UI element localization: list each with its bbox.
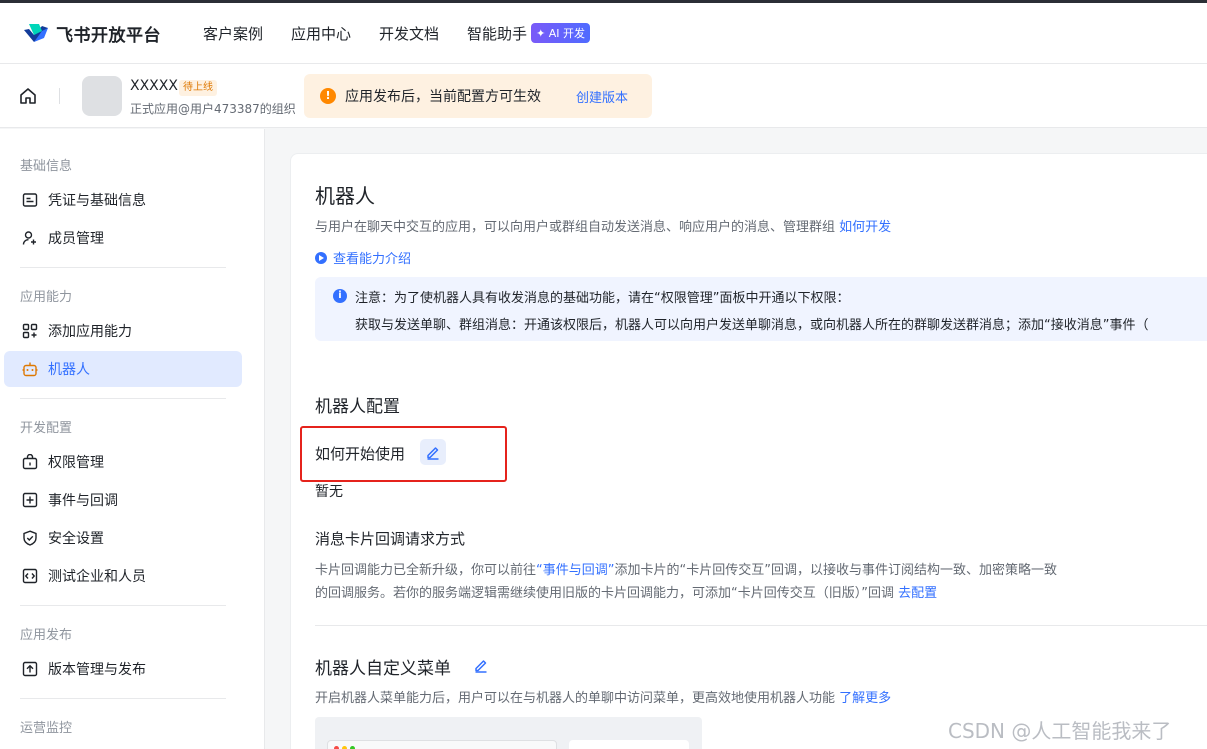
preview-panel	[569, 740, 689, 749]
how-to-start-label: 如何开始使用	[315, 445, 406, 463]
credential-icon	[21, 191, 39, 209]
page-title: 机器人	[315, 184, 375, 208]
sidebar-item-credentials[interactable]: 凭证与基础信息	[4, 182, 242, 218]
warning-icon: !	[320, 88, 336, 104]
custom-menu-title: 机器人自定义菜单	[315, 659, 451, 679]
sidebar-item-version-publish[interactable]: 版本管理与发布	[4, 651, 242, 687]
tip-line: 注意：为了使机器人具有收发消息的基础功能，请在“权限管理”面板中开通以下权限：	[355, 291, 850, 306]
publish-notice: ! 应用发布后，当前配置方可生效 创建版本	[304, 74, 652, 118]
shield-check-icon	[21, 529, 39, 547]
custom-menu-desc: 开启机器人菜单能力后，用户可以在与机器人的单聊中访问菜单，更高效地使用机器人功能…	[315, 687, 891, 706]
top-navbar: 飞书开放平台 客户案例 应用中心 开发文档 智能助手 ✦ AI 开发	[0, 0, 1207, 64]
top-nav-menu: 客户案例 应用中心 开发文档 智能助手 ✦ AI 开发	[203, 23, 591, 44]
lock-box-icon	[21, 453, 39, 471]
edit-pencil-icon	[427, 447, 439, 460]
sidebar-item-label: 权限管理	[48, 455, 104, 471]
edit-custom-menu-button[interactable]	[468, 652, 494, 678]
sidebar-item-label: 测试企业和人员	[48, 569, 146, 585]
home-icon[interactable]	[18, 86, 38, 106]
divider	[59, 88, 60, 104]
brand-logo[interactable]: 飞书开放平台	[22, 21, 161, 46]
sidebar-group-monitoring: 运营监控	[20, 721, 73, 736]
brand-name: 飞书开放平台	[56, 25, 161, 46]
card-callback-desc-line2: 的回调服务。若你的服务端逻辑需继续使用旧版的卡片回调能力，可添加“卡片回传交互（…	[315, 582, 937, 601]
sidebar-item-label: 版本管理与发布	[48, 662, 146, 678]
sidebar-item-label: 事件与回调	[48, 493, 118, 509]
sidebar-item-label: 成员管理	[48, 231, 104, 247]
app-avatar	[82, 76, 122, 116]
go-configure-link[interactable]: 去配置	[898, 586, 937, 601]
sidebar: 基础信息 凭证与基础信息 成员管理 应用能力 添加应用能力 机器人 开发配置 权…	[0, 129, 265, 749]
sidebar-divider	[20, 267, 226, 268]
create-version-link[interactable]: 创建版本	[576, 87, 628, 106]
description-text: 与用户在聊天中交互的应用，可以向用户或群组自动发送消息、响应用户的消息、管理群组	[315, 220, 836, 235]
grid-add-icon	[21, 322, 39, 340]
sidebar-group-dev-config: 开发配置	[20, 421, 73, 436]
event-add-icon	[21, 491, 39, 509]
paragraph-text: 的回调服务。若你的服务端逻辑需继续使用旧版的卡片回调能力，可添加“卡片回传交互（…	[315, 586, 894, 601]
menu-preview-image	[315, 717, 702, 749]
sidebar-item-label: 机器人	[48, 362, 90, 378]
section-title-config: 机器人配置	[315, 397, 400, 417]
sidebar-item-permissions[interactable]: 权限管理	[4, 444, 242, 480]
sidebar-item-label: 凭证与基础信息	[48, 193, 146, 209]
app-org-subtitle: 正式应用@用户473387的组织	[130, 102, 296, 116]
paragraph-text: 开启机器人菜单能力后，用户可以在与机器人的单聊中访问菜单，更高效地使用机器人功能	[315, 691, 836, 706]
sidebar-item-label: 安全设置	[48, 531, 104, 547]
view-intro-link[interactable]: 查看能力介绍	[315, 248, 411, 267]
how-to-develop-link[interactable]: 如何开发	[839, 220, 891, 235]
sidebar-group-basic: 基础信息	[20, 159, 73, 174]
info-icon: i	[333, 289, 347, 303]
nav-app-center[interactable]: 应用中心	[291, 23, 351, 44]
how-to-start-value: 暂无	[315, 484, 343, 500]
intro-link-label: 查看能力介绍	[333, 252, 412, 267]
permission-tip: i 注意：为了使机器人具有收发消息的基础功能，请在“权限管理”面板中开通以下权限…	[315, 277, 1207, 341]
tip-line: 获取与发送单聊、群组消息：开通该权限后，机器人可以向用户发送单聊消息，或向机器人…	[355, 318, 1149, 333]
edit-how-to-start-button[interactable]	[420, 439, 446, 465]
sidebar-item-add-capability[interactable]: 添加应用能力	[4, 313, 242, 349]
sidebar-group-capabilities: 应用能力	[20, 290, 73, 305]
sidebar-item-test-users[interactable]: 测试企业和人员	[4, 558, 242, 594]
ai-dev-badge[interactable]: ✦ AI 开发	[531, 23, 591, 43]
robot-icon	[21, 360, 39, 378]
sidebar-divider	[20, 605, 226, 606]
watermark: CSDN @人工智能我来了	[948, 719, 1172, 743]
play-icon	[315, 251, 327, 264]
sidebar-item-security[interactable]: 安全设置	[4, 520, 242, 556]
app-name: XXXXX	[130, 78, 178, 94]
paragraph-text: 卡片回调能力已全新升级，你可以前往	[315, 563, 537, 578]
sidebar-item-events[interactable]: 事件与回调	[4, 482, 242, 518]
nav-dev-docs[interactable]: 开发文档	[379, 23, 439, 44]
app-header-bar: XXXXX 待上线 正式应用@用户473387的组织 ! 应用发布后，当前配置方…	[0, 64, 1207, 128]
sidebar-divider	[20, 698, 226, 699]
card-callback-title: 消息卡片回调请求方式	[315, 530, 466, 548]
member-add-icon	[21, 229, 39, 247]
sidebar-divider	[20, 398, 226, 399]
feishu-logo-icon	[24, 24, 48, 42]
sidebar-item-members[interactable]: 成员管理	[4, 220, 242, 256]
paragraph-text: 添加卡片的“卡片回传交互”回调，以接收与事件订阅结构一致、加密策略一致	[614, 563, 1057, 578]
upload-box-icon	[21, 660, 39, 678]
page-description: 与用户在聊天中交互的应用，可以向用户或群组自动发送消息、响应用户的消息、管理群组…	[315, 216, 891, 235]
learn-more-link[interactable]: 了解更多	[839, 691, 891, 706]
events-callbacks-link[interactable]: “事件与回调”	[536, 563, 614, 578]
card-callback-desc-line1: 卡片回调能力已全新升级，你可以前往“事件与回调”添加卡片的“卡片回传交互”回调，…	[315, 559, 1057, 578]
edit-pencil-icon	[475, 660, 487, 673]
preview-window	[327, 740, 557, 749]
robot-capability-panel: 机器人 与用户在聊天中交互的应用，可以向用户或群组自动发送消息、响应用户的消息、…	[290, 153, 1207, 749]
test-code-icon	[21, 567, 39, 585]
notice-text: 应用发布后，当前配置方可生效	[345, 89, 541, 105]
section-divider	[315, 625, 1207, 626]
nav-ai-assistant[interactable]: 智能助手	[467, 23, 527, 44]
sidebar-item-label: 添加应用能力	[48, 324, 132, 340]
sidebar-item-robot[interactable]: 机器人	[4, 351, 242, 387]
app-status-badge: 待上线	[179, 80, 217, 96]
sidebar-group-publish: 应用发布	[20, 628, 73, 643]
nav-customer-cases[interactable]: 客户案例	[203, 23, 263, 44]
